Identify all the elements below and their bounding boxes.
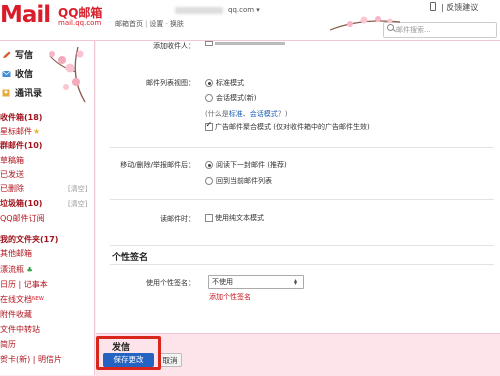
conversation-mode-label: 会话模式(新) — [216, 94, 257, 102]
separator: | — [441, 3, 444, 12]
mobile-icon[interactable] — [430, 2, 436, 11]
help-conversation-link[interactable]: 会话模式 — [250, 110, 278, 118]
feedback-area: | 反馈建议 — [430, 2, 478, 13]
sidebar-item-spam[interactable]: 垃圾箱(10) — [0, 198, 42, 209]
back-to-list-radio[interactable] — [205, 177, 213, 185]
sidebar-item-attachments[interactable]: 附件收藏 — [0, 309, 32, 320]
sidebar-item-subscriptions[interactable]: QQ邮件订阅 — [0, 213, 45, 224]
account-address[interactable]: qq.com ▾ — [228, 6, 260, 14]
sidebar-item-online-docs[interactable]: 在线文档NEW — [0, 294, 44, 305]
sidebar-item-label: 星标邮件 — [0, 127, 32, 136]
partial-checkbox[interactable] — [205, 41, 213, 46]
settings-panel — [96, 41, 500, 375]
pencil-icon — [3, 51, 11, 58]
select-arrow-down-icon: ▾ — [294, 280, 298, 287]
save-changes-button[interactable]: 保存更改 — [103, 353, 154, 367]
envelope-icon — [2, 70, 11, 77]
write-label: 写信 — [15, 51, 34, 61]
blurred-account-name — [175, 7, 223, 14]
qq-mail-logo[interactable]: Mail — [0, 2, 51, 28]
sidebar-item-label: 在线文档 — [0, 295, 32, 304]
sidebar-item-file-transfer[interactable]: 文件中转站 — [0, 324, 40, 335]
footer-bar — [96, 333, 500, 376]
ad-aggregation-label: 广告邮件聚合模式 (仅对收件箱中的广告邮件生效) — [215, 123, 370, 131]
divider — [110, 245, 494, 246]
top-nav: 邮箱首页 | 设置 - 换肤 — [115, 20, 184, 28]
divider — [110, 264, 494, 265]
sidebar-item-resume[interactable]: 简历 — [0, 339, 16, 350]
contacts-label: 通讯录 — [15, 89, 43, 99]
help-standard-link[interactable]: 标准 — [229, 110, 243, 118]
partial-option-text — [215, 42, 285, 45]
logo-url: mail.qq.com — [58, 19, 102, 27]
ad-aggregation-checkbox[interactable] — [205, 120, 213, 131]
sidebar-item-cards[interactable]: 贺卡(新) | 明信片 — [0, 354, 62, 365]
sidebar-item-other-mailbox[interactable]: 其他邮箱 — [0, 248, 32, 259]
read-next-label: 阅读下一封邮件 (推荐) — [216, 161, 287, 169]
sidebar-item-inbox[interactable]: 收件箱(18) — [0, 112, 42, 123]
empty-deleted-link[interactable]: [清空] — [68, 184, 87, 194]
reading-label: 读邮件时： — [160, 215, 195, 223]
new-badge: NEW — [32, 296, 44, 302]
sidebar-item-starred[interactable]: 星标邮件★ — [0, 126, 40, 137]
signature-select-value: 不使用 — [212, 278, 233, 286]
nav-skin-link[interactable]: 换肤 — [170, 20, 184, 28]
chevron-down-icon: ▾ — [256, 6, 260, 14]
standard-mode-label: 标准模式 — [216, 79, 244, 87]
sidebar-item-label: 漂流瓶 — [0, 265, 24, 274]
search-placeholder: 邮件搜索... — [396, 26, 431, 34]
nav-home-link[interactable]: 邮箱首页 — [115, 20, 143, 28]
empty-spam-link[interactable]: [清空] — [68, 199, 87, 209]
feedback-link[interactable]: 反馈建议 — [446, 3, 478, 12]
help-suffix: ？) — [277, 110, 288, 118]
search-icon[interactable] — [387, 24, 394, 31]
help-prefix: (什么是 — [205, 110, 229, 118]
sidebar-item-drift-bottle[interactable]: 漂流瓶 ♣ — [0, 264, 33, 275]
sidebar-item-deleted[interactable]: 已删除 — [0, 183, 24, 194]
inbox-button[interactable]: 收信 — [2, 67, 33, 80]
mode-help-text: (什么是标准、会话模式？) — [205, 110, 288, 118]
signature-label: 使用个性签名： — [146, 279, 195, 287]
divider — [110, 147, 494, 148]
sidebar-item-drafts[interactable]: 草稿箱 — [0, 155, 24, 166]
conversation-mode-radio[interactable] — [205, 94, 213, 102]
add-signature-link[interactable]: 添加个性签名 — [209, 292, 251, 302]
list-view-label: 邮件列表视图： — [146, 79, 195, 87]
inbox-label: 收信 — [15, 70, 34, 80]
sidebar-item-group-mail[interactable]: 群邮件(10) — [0, 140, 42, 151]
contacts-button[interactable]: 通讯录 — [2, 86, 42, 99]
star-icon: ★ — [33, 127, 41, 136]
sidebar-item-sent[interactable]: 已发送 — [0, 169, 24, 180]
back-to-list-label: 回到当前邮件列表 — [216, 177, 272, 185]
divider — [110, 199, 494, 200]
plain-text-checkbox[interactable] — [205, 214, 213, 222]
sidebar-folders-header[interactable]: 我的文件夹(17) — [0, 234, 58, 245]
standard-mode-radio[interactable] — [205, 79, 213, 87]
account-domain: qq.com — [228, 6, 255, 14]
add-recipient-label: 添加收件人： — [153, 42, 195, 50]
leaf-icon: ♣ — [26, 266, 33, 274]
nav-settings-link[interactable]: 设置 — [149, 20, 163, 28]
write-button[interactable]: 写信 — [2, 48, 33, 61]
cancel-button[interactable]: 取消 — [158, 353, 182, 367]
after-action-label: 移动/删除/举报邮件后： — [120, 161, 195, 169]
signature-section-title: 个性签名 — [112, 253, 149, 263]
sidebar-item-calendar-notes[interactable]: 日历 | 记事本 — [0, 279, 48, 290]
read-next-radio[interactable] — [205, 161, 213, 169]
send-section-title: 发信 — [112, 343, 131, 353]
plain-text-label: 使用纯文本模式 — [215, 214, 264, 222]
contacts-icon — [2, 89, 10, 97]
